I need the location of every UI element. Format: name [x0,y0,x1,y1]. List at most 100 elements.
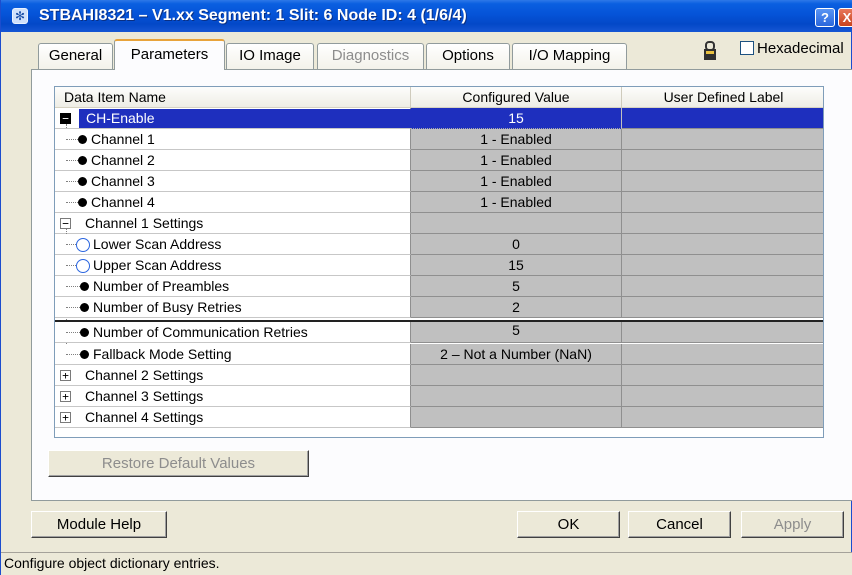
value-cell[interactable]: 1 - Enabled [411,192,622,213]
bullet-icon [78,156,87,165]
tree-line [66,307,80,308]
address-icon [76,259,90,273]
name-label: Number of Busy Retries [93,299,242,315]
name-cell[interactable]: Number of Communication Retries [55,322,411,343]
name-label: Number of Preambles [93,278,230,294]
bullet-icon [78,198,87,207]
table-row[interactable]: + Channel 3 Settings [55,386,823,407]
table-row[interactable]: − CH-Enable 15 [55,108,823,129]
tree-line [66,332,80,333]
table-row[interactable]: + Channel 4 Settings [55,407,823,428]
name-cell[interactable]: Channel 3 [55,171,411,192]
table-row[interactable]: Number of Preambles 5 [55,276,823,297]
column-header-label[interactable]: User Defined Label [622,87,823,108]
name-cell[interactable]: Lower Scan Address [55,234,411,255]
table-row[interactable]: Channel 1 1 - Enabled [55,129,823,150]
user-label-cell[interactable] [622,344,823,365]
expand-icon[interactable]: + [60,391,71,402]
user-label-cell[interactable] [622,276,823,297]
value-cell[interactable]: 0 [411,234,622,255]
name-cell[interactable]: + Channel 2 Settings [55,365,411,386]
user-label-cell[interactable] [622,297,823,318]
value-cell[interactable] [411,386,622,407]
tree-line [66,286,80,287]
value-cell[interactable] [411,407,622,428]
name-label: Channel 1 [91,131,155,147]
tab-options[interactable]: Options [426,43,510,69]
table-row[interactable]: Number of Communication Retries 5 [55,320,823,343]
bullet-icon [80,350,89,359]
window-title: STBAHI8321 – V1.xx Segment: 1 Slit: 6 No… [39,7,467,24]
value-cell[interactable] [411,213,622,234]
user-label-cell[interactable] [622,386,823,407]
name-cell[interactable]: + Channel 4 Settings [55,407,411,428]
expand-icon[interactable]: + [60,370,71,381]
name-label: Channel 4 Settings [85,409,204,425]
table-row[interactable]: Channel 4 1 - Enabled [55,192,823,213]
name-cell[interactable]: Channel 2 [55,150,411,171]
user-label-cell[interactable] [622,108,823,129]
value-cell[interactable] [411,365,622,386]
user-label-cell[interactable] [622,234,823,255]
tab-io-image[interactable]: IO Image [226,43,314,69]
user-label-cell[interactable] [622,322,823,343]
tab-parameters[interactable]: Parameters [114,39,225,70]
name-cell[interactable]: Upper Scan Address [55,255,411,276]
name-cell[interactable]: Number of Preambles [55,276,411,297]
value-cell[interactable]: 15 [411,255,622,276]
table-row[interactable]: Fallback Mode Setting 2 – Not a Number (… [55,344,823,365]
table-row[interactable]: + Channel 2 Settings [55,365,823,386]
user-label-cell[interactable] [622,150,823,171]
table-row[interactable]: Upper Scan Address 15 [55,255,823,276]
user-label-cell[interactable] [622,407,823,428]
value-cell[interactable]: 2 – Not a Number (NaN) [411,344,622,365]
collapse-icon[interactable]: − [60,113,71,124]
tab-diagnostics: Diagnostics [317,43,424,69]
table-row[interactable]: Number of Busy Retries 2 [55,297,823,318]
user-label-cell[interactable] [622,171,823,192]
expand-icon[interactable]: + [60,412,71,423]
name-cell[interactable]: Fallback Mode Setting [55,344,411,365]
ok-button[interactable]: OK [517,511,620,538]
collapse-icon[interactable]: − [60,218,71,229]
apply-button: Apply [741,511,844,538]
table-row[interactable]: Lower Scan Address 0 [55,234,823,255]
app-icon: ✻ [12,8,28,24]
name-cell[interactable]: Number of Busy Retries [55,297,411,318]
table-row[interactable]: − Channel 1 Settings [55,213,823,234]
value-cell[interactable]: 5 [411,276,622,297]
tab-io-mapping[interactable]: I/O Mapping [512,43,627,69]
value-cell[interactable]: 1 - Enabled [411,150,622,171]
name-cell[interactable]: + Channel 3 Settings [55,386,411,407]
column-header-value[interactable]: Configured Value [411,87,622,108]
bullet-icon [80,303,89,312]
table-row[interactable]: Channel 3 1 - Enabled [55,171,823,192]
column-header-name[interactable]: Data Item Name [55,87,411,108]
user-label-cell[interactable] [622,365,823,386]
name-cell[interactable]: Channel 4 [55,192,411,213]
value-cell[interactable]: 15 [411,108,622,129]
grid-header: Data Item Name Configured Value User Def… [55,87,823,108]
name-cell[interactable]: − CH-Enable [55,108,411,129]
user-label-cell[interactable] [622,192,823,213]
name-cell[interactable]: − Channel 1 Settings [55,213,411,234]
value-cell[interactable]: 1 - Enabled [411,171,622,192]
user-label-cell[interactable] [622,213,823,234]
bullet-icon [78,135,87,144]
value-cell[interactable]: 5 [411,322,622,343]
title-bar[interactable]: ✻ STBAHI8321 – V1.xx Segment: 1 Slit: 6 … [1,0,852,32]
user-label-cell[interactable] [622,255,823,276]
module-help-button[interactable]: Module Help [31,511,167,538]
property-dialog: ✻ STBAHI8321 – V1.xx Segment: 1 Slit: 6 … [0,0,852,575]
cancel-button[interactable]: Cancel [628,511,731,538]
table-row[interactable]: Channel 2 1 - Enabled [55,150,823,171]
user-label-cell[interactable] [622,129,823,150]
hexadecimal-checkbox[interactable] [740,41,754,55]
name-label: Channel 1 Settings [85,215,204,231]
value-cell[interactable]: 2 [411,297,622,318]
help-icon[interactable]: ? [815,8,835,27]
tab-general[interactable]: General [38,43,113,69]
name-cell[interactable]: Channel 1 [55,129,411,150]
value-cell[interactable]: 1 - Enabled [411,129,622,150]
close-icon[interactable]: X [838,8,852,27]
